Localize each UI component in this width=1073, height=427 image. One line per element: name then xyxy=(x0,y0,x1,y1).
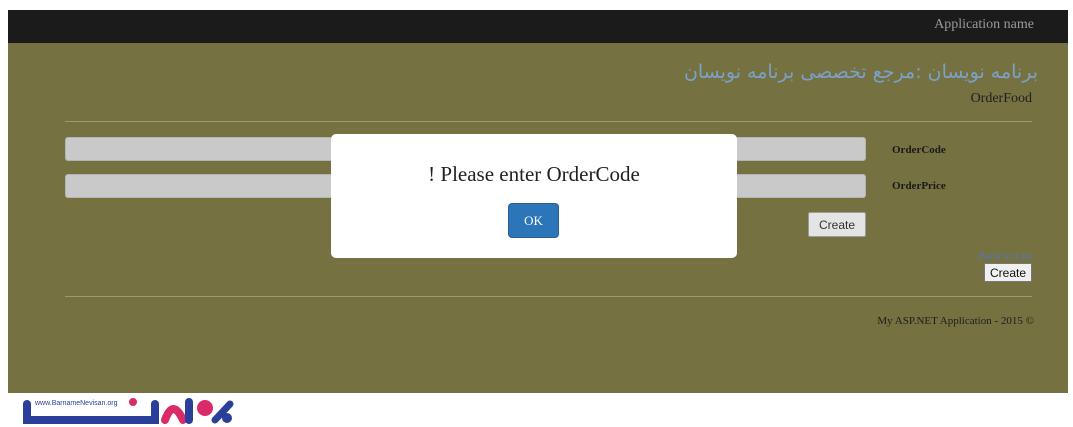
page-content: برنامه نویسان :مرجع تخصصی برنامه نویسان … xyxy=(8,43,1068,393)
order-code-label: OrderCode xyxy=(892,144,946,156)
footer-text: My ASP.NET Application - 2015 © xyxy=(877,315,1034,327)
barnamenevisan-logo-icon: www.BarnameNevisan.org xyxy=(23,398,234,424)
order-price-label: OrderPrice xyxy=(892,180,946,192)
alert-message: ! Please enter OrderCode xyxy=(428,162,640,186)
create-button[interactable]: Create xyxy=(808,212,866,237)
site-title: برنامه نویسان :مرجع تخصصی برنامه نویسان xyxy=(683,61,1038,83)
create-secondary-button[interactable]: Create xyxy=(984,263,1032,282)
brand-link[interactable]: Application name xyxy=(934,17,1034,33)
divider-top xyxy=(65,121,1032,122)
svg-text:www.BarnameNevisan.org: www.BarnameNevisan.org xyxy=(34,400,118,407)
back-to-list-link[interactable]: Back to List xyxy=(978,250,1032,262)
alert-dialog: ! Please enter OrderCode OK xyxy=(331,134,737,258)
ok-button[interactable]: OK xyxy=(508,203,559,238)
divider-bottom xyxy=(65,296,1032,297)
page-title: OrderFood xyxy=(970,91,1032,106)
top-navbar: Application name xyxy=(8,10,1068,43)
